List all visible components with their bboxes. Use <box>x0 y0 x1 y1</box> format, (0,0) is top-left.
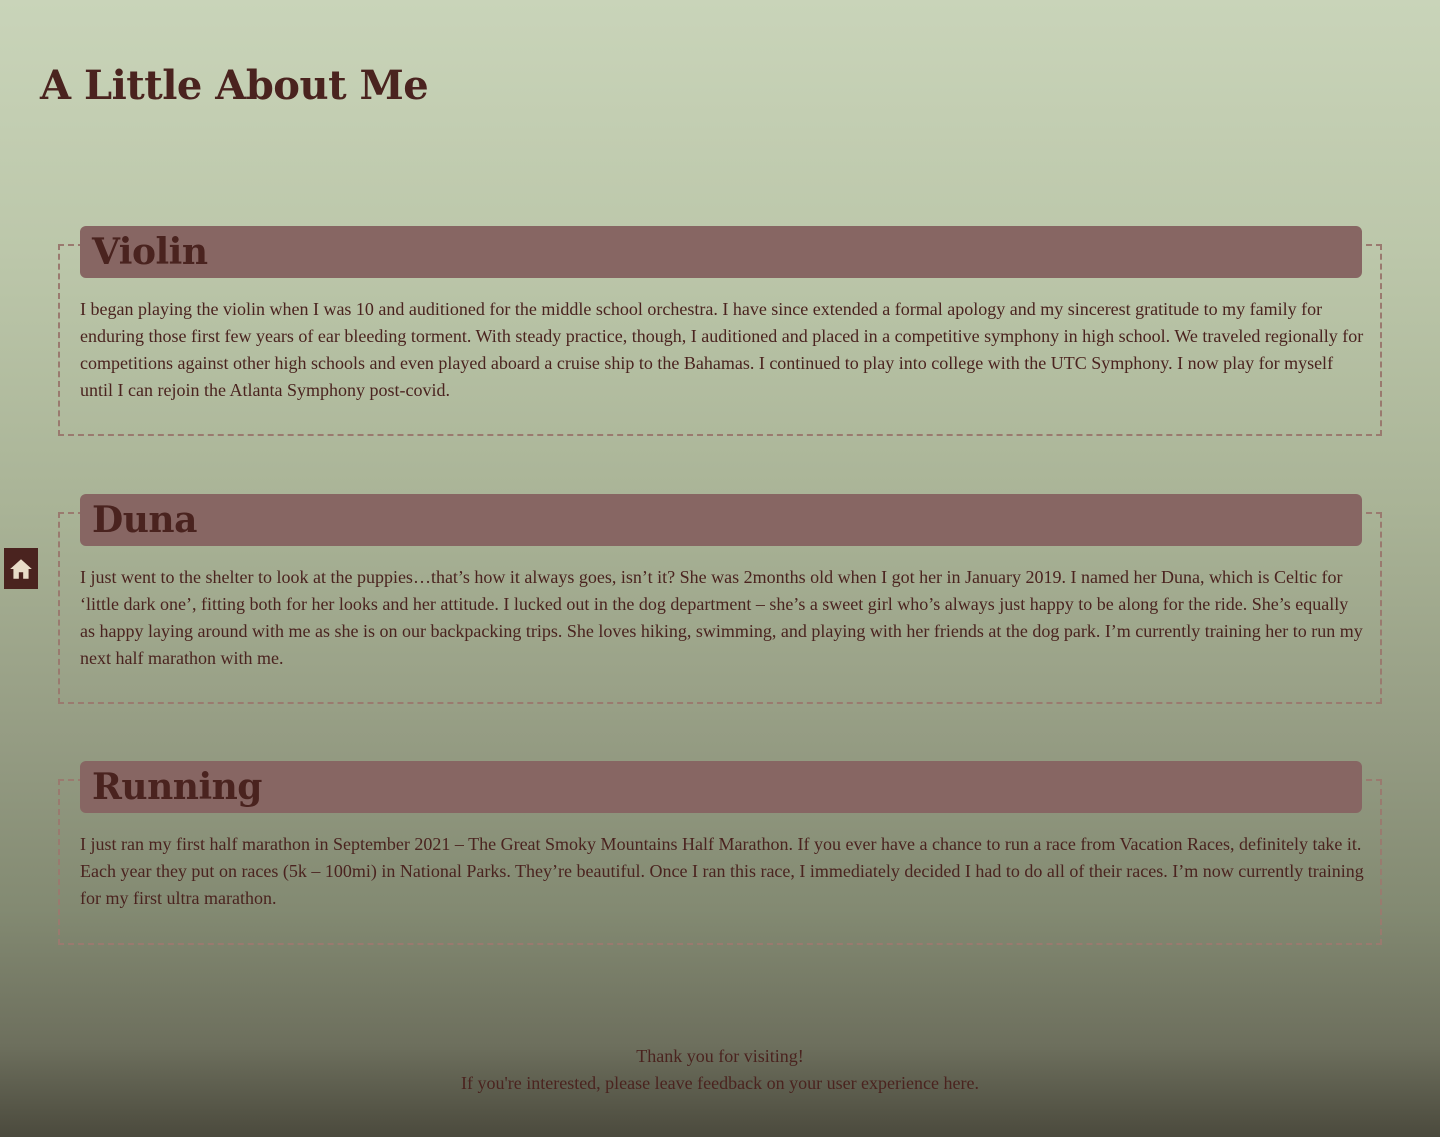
footer: Thank you for visiting! If you're intere… <box>0 1043 1440 1097</box>
section-body-violin: I began playing the violin when I was 10… <box>80 299 1364 400</box>
section-body-duna: I just went to the shelter to look at th… <box>80 567 1363 668</box>
section-header-running: Running <box>80 761 1362 813</box>
section-heading-running: Running <box>92 766 262 808</box>
footer-thanks: Thank you for visiting! <box>636 1046 804 1066</box>
section-body-running: I just ran my first half marathon in Sep… <box>80 834 1364 908</box>
page-title: A Little About Me <box>40 62 429 109</box>
section-heading-violin: Violin <box>92 231 208 273</box>
section-duna: Duna I just went to the shelter to look … <box>58 494 1382 704</box>
section-running: Running I just ran my first half maratho… <box>58 761 1382 945</box>
section-header-violin: Violin <box>80 226 1362 278</box>
section-header-duna: Duna <box>80 494 1362 546</box>
section-heading-duna: Duna <box>92 499 197 541</box>
section-violin: Violin I began playing the violin when I… <box>58 226 1382 436</box>
home-button[interactable] <box>4 548 38 589</box>
feedback-link[interactable]: If you're interested, please leave feedb… <box>461 1073 979 1093</box>
home-icon <box>10 558 32 579</box>
